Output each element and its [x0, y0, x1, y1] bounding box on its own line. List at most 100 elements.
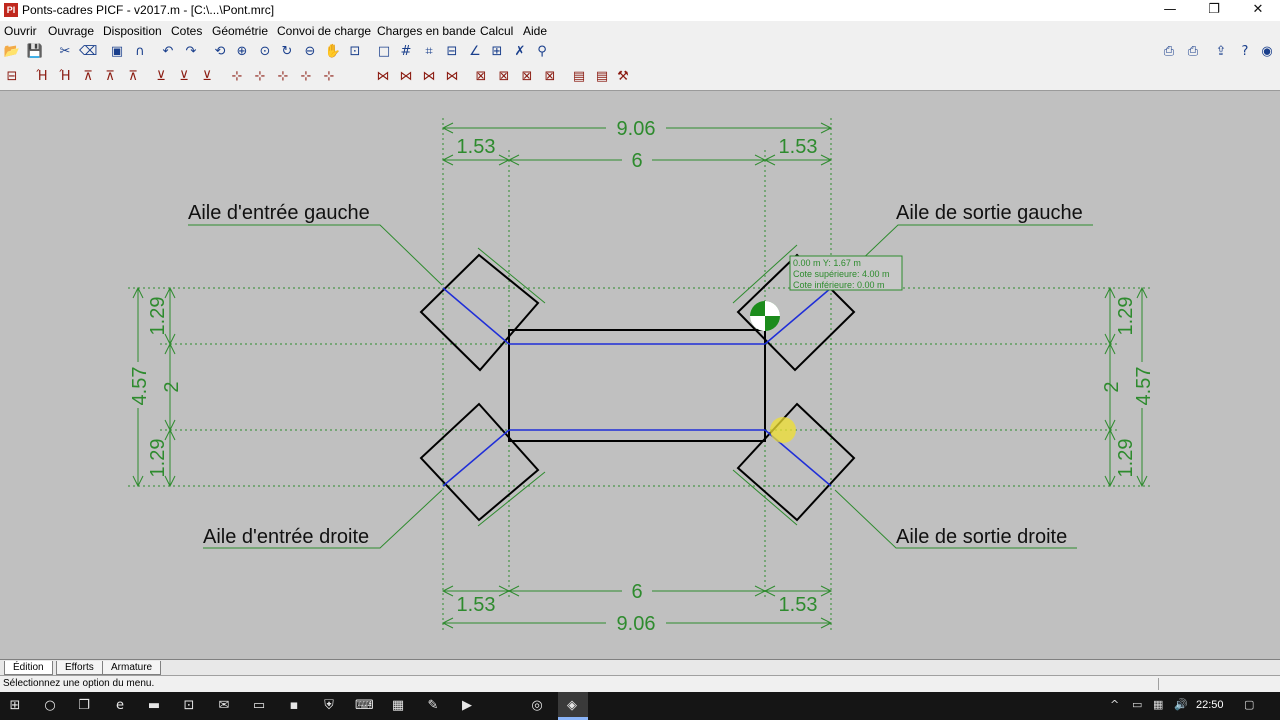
web-icon[interactable]: ◉	[1258, 43, 1276, 61]
magnet-icon[interactable]: ∩	[131, 43, 149, 61]
command-prompt-icon[interactable]: ▪	[285, 697, 303, 715]
redo-icon[interactable]: ↷	[182, 43, 200, 61]
bridge-tool-4-icon[interactable]: ⊼	[79, 68, 97, 86]
undo-icon[interactable]: ↶	[159, 43, 177, 61]
erase-icon[interactable]: ⌫	[79, 43, 97, 61]
export-icon[interactable]: ⇪	[1212, 43, 1230, 61]
keyboard-icon[interactable]: ⌨	[355, 697, 374, 715]
grid-icon[interactable]: #	[397, 43, 415, 61]
close-button[interactable]: ✕	[1236, 0, 1280, 21]
cut-icon[interactable]: ✂	[56, 43, 74, 61]
zoom-previous-icon[interactable]: ⟲	[211, 43, 229, 61]
save-icon[interactable]: 💾	[26, 43, 44, 61]
snap-icon[interactable]: ⌗	[420, 43, 438, 61]
restore-button[interactable]: ❐	[1192, 0, 1236, 21]
menu-cotes[interactable]: Cotes	[171, 24, 202, 38]
clock[interactable]: 22:50	[1196, 699, 1224, 711]
app-icon[interactable]: PI	[4, 3, 18, 17]
bridge-tool-21-icon[interactable]: ⊠	[518, 68, 536, 86]
bridge-tool-15-icon[interactable]: ⋈	[374, 68, 392, 86]
bridge-tool-5-icon[interactable]: ⊼	[101, 68, 119, 86]
layout-icon[interactable]: ⊞	[488, 43, 506, 61]
bridge-tool-14-icon[interactable]: ⊹	[320, 68, 338, 86]
tools-icon[interactable]: ✗	[511, 43, 529, 61]
deck-frame[interactable]	[508, 329, 766, 442]
bridge-tool-7-icon[interactable]: ⊻	[152, 68, 170, 86]
zoom-extents-icon[interactable]: ⊡	[346, 43, 364, 61]
network-icon[interactable]: ▦	[1153, 698, 1163, 711]
edge-browser-icon[interactable]: e	[111, 697, 129, 715]
print-preview-icon[interactable]: ⎙	[1160, 43, 1178, 61]
bridge-tool-20-icon[interactable]: ⊠	[495, 68, 513, 86]
zoom-out-icon[interactable]: ⊖	[301, 43, 319, 61]
bridge-tool-24-icon[interactable]: ▤	[593, 68, 611, 86]
bridge-tool-25-icon[interactable]: ⚒	[614, 68, 632, 86]
bridge-tool-3-icon[interactable]: Ή	[56, 68, 74, 86]
tab-armature[interactable]: Armature	[102, 661, 162, 675]
picf-app-icon[interactable]: ◈	[563, 697, 581, 715]
bridge-tool-23-icon[interactable]: ▤	[570, 68, 588, 86]
tab-efforts[interactable]: Efforts	[56, 661, 103, 675]
task-view-icon[interactable]: ❐	[75, 697, 93, 715]
wing-entry-right[interactable]	[419, 402, 540, 522]
bridge-tool-18-icon[interactable]: ⋈	[443, 68, 461, 86]
tab-edition[interactable]: Édition	[4, 661, 53, 675]
origin-marker[interactable]	[750, 301, 780, 331]
minimize-button[interactable]: —	[1148, 0, 1192, 21]
file-explorer-icon[interactable]: ▬	[145, 697, 163, 715]
bridge-tool-9-icon[interactable]: ⊻	[198, 68, 216, 86]
bridge-tool-6-icon[interactable]: ⊼	[124, 68, 142, 86]
dimension-icon[interactable]: ⊟	[443, 43, 461, 61]
menu-geometrie[interactable]: Géométrie	[212, 24, 268, 38]
bridge-plan-drawing[interactable]: 9.06 6 1.53 1.53 6 1.53 1.53 9.06 4.57 1…	[0, 91, 1280, 659]
frame-icon[interactable]: □	[375, 43, 393, 61]
help-icon[interactable]: ?	[1236, 43, 1254, 61]
battery-icon[interactable]: ▭	[1132, 698, 1142, 711]
bridge-tool-17-icon[interactable]: ⋈	[420, 68, 438, 86]
bridge-tool-19-icon[interactable]: ⊠	[472, 68, 490, 86]
media-player-icon[interactable]: ▶	[458, 697, 476, 715]
zoom-window-icon[interactable]: ⊕	[233, 43, 251, 61]
volume-icon[interactable]: 🔊	[1174, 698, 1188, 711]
wing-exit-right[interactable]	[736, 402, 856, 522]
notification-icon[interactable]: ▢	[1244, 698, 1254, 711]
wing-entry-left[interactable]	[419, 253, 540, 372]
menu-calcul[interactable]: Calcul	[480, 24, 513, 38]
calculator-icon[interactable]: ▦	[389, 697, 407, 715]
menu-aide[interactable]: Aide	[523, 24, 547, 38]
print-icon[interactable]: ⎙	[1184, 43, 1202, 61]
binoculars-icon[interactable]: ⚲	[533, 43, 551, 61]
menu-disposition[interactable]: Disposition	[103, 24, 162, 38]
menu-charges-en-bande[interactable]: Charges en bande	[377, 24, 476, 38]
menu-convoi-de-charge[interactable]: Convoi de charge	[277, 24, 371, 38]
bridge-outline[interactable]	[419, 253, 856, 522]
bridge-tool-16-icon[interactable]: ⋈	[397, 68, 415, 86]
bridge-tool-10-icon[interactable]: ⊹	[228, 68, 246, 86]
pan-hand-icon[interactable]: ✋	[324, 43, 342, 61]
angle-icon[interactable]: ∠	[466, 43, 484, 61]
open-folder-icon[interactable]: 📂	[3, 43, 21, 61]
store-icon[interactable]: ⊡	[180, 697, 198, 715]
drawing-canvas[interactable]: 9.06 6 1.53 1.53 6 1.53 1.53 9.06 4.57 1…	[0, 91, 1280, 659]
cortana-search-icon[interactable]: ○	[41, 697, 59, 715]
menu-ouvrage[interactable]: Ouvrage	[48, 24, 94, 38]
zoom-refresh-icon[interactable]: ↻	[278, 43, 296, 61]
bridge-tool-12-icon[interactable]: ⊹	[274, 68, 292, 86]
zoom-in-icon[interactable]: ⊙	[256, 43, 274, 61]
windows-start-icon[interactable]: ⊞	[6, 697, 24, 715]
bridge-tool-11-icon[interactable]: ⊹	[251, 68, 269, 86]
bridge-tool-2-icon[interactable]: Ή	[33, 68, 51, 86]
menu-ouvrir[interactable]: Ouvrir	[4, 24, 37, 38]
paint-icon[interactable]: ✎	[424, 697, 442, 715]
properties-icon[interactable]: ▣	[108, 43, 126, 61]
bridge-tool-13-icon[interactable]: ⊹	[297, 68, 315, 86]
mail-icon[interactable]: ✉	[215, 697, 233, 715]
bridge-tool-8-icon[interactable]: ⊻	[175, 68, 193, 86]
bridge-tool-22-icon[interactable]: ⊠	[541, 68, 559, 86]
tray-chevron-icon[interactable]: ^	[1110, 698, 1119, 711]
remote-desktop-icon[interactable]: ▭	[250, 697, 268, 715]
bridge-tool-1-icon[interactable]: ⊟	[3, 68, 21, 86]
record-icon[interactable]: ◎	[528, 697, 546, 715]
tooltip-line1: 0.00 m Y: 1.67 m	[793, 258, 861, 268]
defender-shield-icon[interactable]: ⛨	[320, 697, 338, 715]
